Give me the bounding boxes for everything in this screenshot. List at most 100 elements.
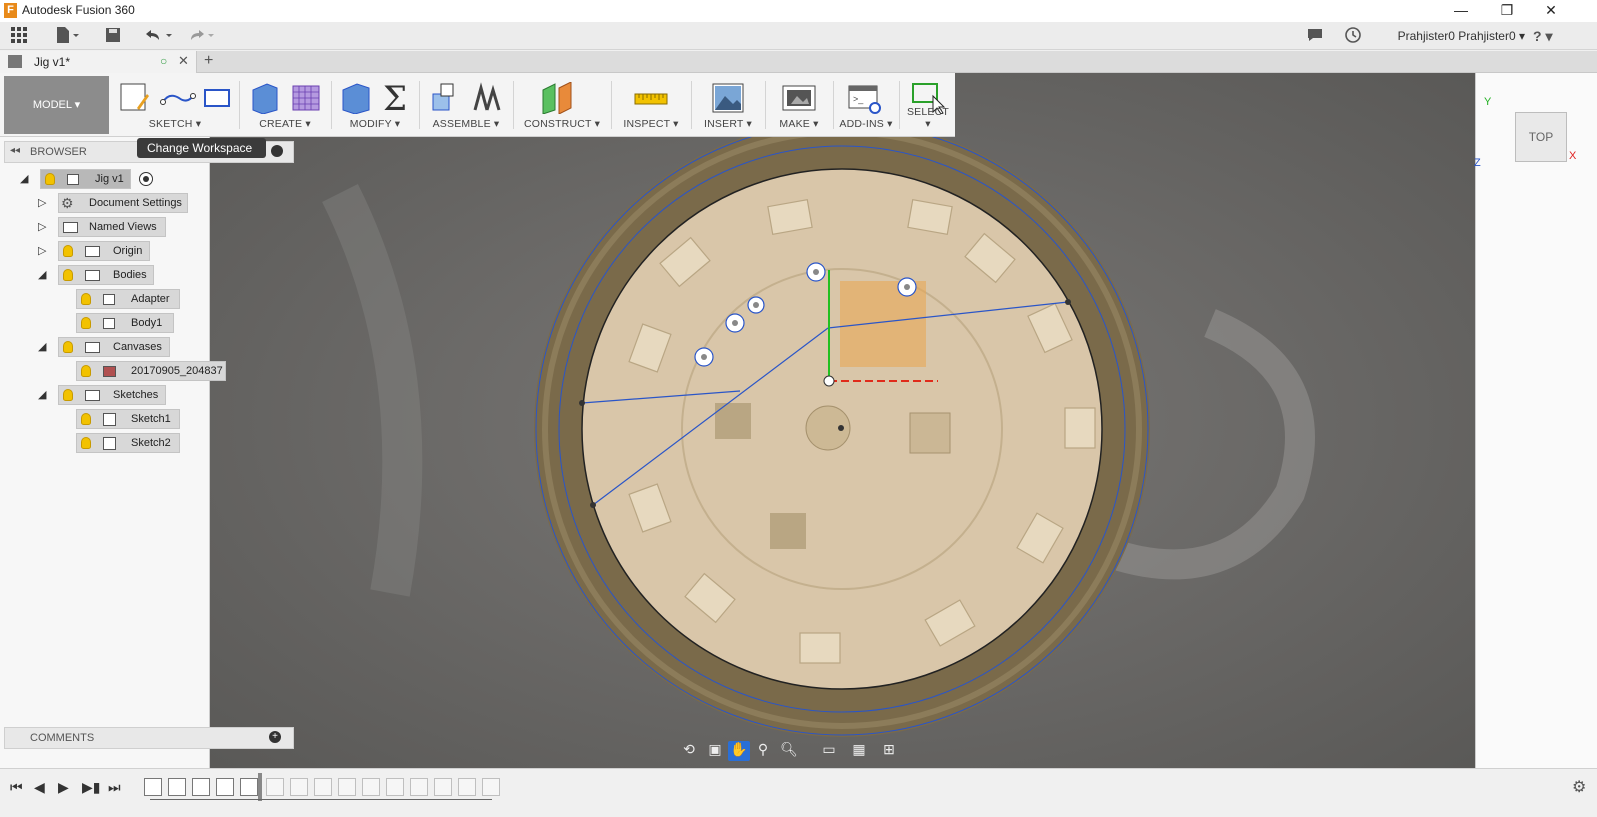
visibility-bulb-icon[interactable] (81, 365, 91, 377)
tree-item-label: Sketch2 (131, 437, 171, 449)
timeline-canvas-feature-icon[interactable] (144, 778, 162, 796)
tree-item-bodies[interactable]: Bodies (58, 265, 154, 285)
assemble-group[interactable]: ASSEMBLE ▾ (423, 76, 509, 134)
inspect-group[interactable]: INSPECT ▾ (615, 76, 687, 134)
go-to-end-icon[interactable]: ⏭ (108, 779, 121, 796)
expander-icon[interactable]: ◢ (38, 340, 46, 353)
make-group[interactable]: MAKE ▾ (769, 76, 829, 134)
title-bar: F Autodesk Fusion 360 — ❐ ✕ (0, 0, 1597, 22)
tree-item-document-settings[interactable]: ⚙ Document Settings (58, 193, 188, 213)
toolbar-separator (239, 81, 240, 129)
tree-root-jig[interactable]: Jig v1 (40, 169, 131, 189)
tree-item-sketches[interactable]: Sketches (58, 385, 166, 405)
step-forward-icon[interactable]: ▶▮ (82, 779, 100, 796)
timeline-marker[interactable] (258, 773, 262, 801)
timeline-suppressed-feature-icon[interactable] (290, 778, 308, 796)
expander-icon[interactable]: ▷ (38, 244, 46, 257)
display-settings-icon[interactable]: ▭ (818, 741, 840, 761)
undo-icon[interactable] (142, 26, 172, 46)
timeline-extrude-feature-icon[interactable] (216, 778, 234, 796)
timeline-extrude-feature-icon[interactable] (192, 778, 210, 796)
pan-hand-icon[interactable]: ✋ (728, 741, 750, 761)
tree-item-sketch1[interactable]: Sketch1 (76, 409, 180, 429)
look-at-icon[interactable]: ▣ (704, 741, 726, 761)
job-status-clock-icon[interactable] (1342, 26, 1364, 46)
visibility-bulb-icon[interactable] (63, 245, 73, 257)
timeline-suppressed-feature-icon[interactable] (266, 778, 284, 796)
visibility-bulb-icon[interactable] (63, 389, 73, 401)
tree-item-body1[interactable]: Body1 (76, 313, 174, 333)
add-ins-group[interactable]: >_ ADD-INS ▾ (837, 76, 895, 134)
timeline-sketch-feature-icon[interactable] (168, 778, 186, 796)
fit-zoom-icon[interactable]: 🔍︎ (778, 741, 800, 761)
tree-item-label: Sketches (113, 389, 159, 401)
root-expander-icon[interactable]: ◢ (20, 172, 28, 185)
data-panel-grid-icon[interactable] (8, 26, 30, 46)
close-button[interactable]: ✕ (1528, 0, 1574, 22)
grid-settings-icon[interactable]: ▦ (848, 741, 870, 761)
visibility-bulb-icon[interactable] (45, 173, 55, 185)
timeline-sketch-feature-icon[interactable] (240, 778, 258, 796)
zoom-icon[interactable]: ⚲ (752, 741, 774, 761)
orbit-icon[interactable]: ⟲ (678, 741, 700, 761)
step-back-icon[interactable]: ◀ (34, 779, 45, 796)
close-tab-icon[interactable]: ✕ (178, 53, 189, 69)
go-to-start-icon[interactable]: ⏮ (10, 779, 23, 796)
viewcube[interactable]: TOP (1515, 112, 1567, 162)
redo-icon[interactable] (186, 26, 214, 46)
new-tab-button[interactable]: + (204, 52, 213, 70)
construct-group[interactable]: CONSTRUCT ▾ (517, 76, 607, 134)
timeline-suppressed-feature-icon[interactable] (338, 778, 356, 796)
timeline-suppressed-feature-icon[interactable] (314, 778, 332, 796)
visibility-bulb-icon[interactable] (63, 341, 73, 353)
timeline-suppressed-feature-icon[interactable] (434, 778, 452, 796)
timeline-suppressed-feature-icon[interactable] (410, 778, 428, 796)
notifications-icon[interactable] (1304, 26, 1326, 46)
tree-item-canvases[interactable]: Canvases (58, 337, 170, 357)
tree-item-origin[interactable]: Origin (58, 241, 150, 261)
user-account-menu[interactable]: Prahjister0 Prahjister0 ▾ (1398, 29, 1525, 43)
expander-icon[interactable]: ◢ (38, 388, 46, 401)
insert-group[interactable]: INSERT ▾ (695, 76, 761, 134)
expander-icon[interactable]: ◢ (38, 268, 46, 281)
collapse-browser-icon[interactable]: ◂◂ (10, 145, 20, 156)
add-comment-icon[interactable]: + (269, 731, 281, 743)
sketch-group[interactable]: SKETCH ▾ (115, 76, 235, 134)
viewports-icon[interactable]: ⊞ (878, 741, 900, 761)
save-icon[interactable] (102, 26, 124, 46)
axis-z-label: Z (1474, 157, 1481, 169)
modify-group[interactable]: Σ MODIFY ▾ (335, 76, 415, 134)
canvas-viewport[interactable] (210, 73, 1475, 768)
file-menu-icon[interactable] (54, 26, 79, 46)
visibility-bulb-icon[interactable] (63, 269, 73, 281)
visibility-bulb-icon[interactable] (81, 317, 91, 329)
timeline-suppressed-feature-icon[interactable] (362, 778, 380, 796)
visibility-bulb-icon[interactable] (81, 413, 91, 425)
expander-icon[interactable]: ▷ (38, 220, 46, 233)
tree-item-sketch2[interactable]: Sketch2 (76, 433, 180, 453)
visibility-bulb-icon[interactable] (81, 293, 91, 305)
minimize-button[interactable]: — (1438, 0, 1484, 22)
sketch-icon (103, 437, 116, 450)
design-canvas[interactable] (210, 73, 1475, 768)
timeline-suppressed-feature-icon[interactable] (458, 778, 476, 796)
browser-pin-icon[interactable] (271, 145, 283, 157)
visibility-bulb-icon[interactable] (81, 437, 91, 449)
timeline-settings-gear-icon[interactable]: ⚙ (1572, 777, 1586, 797)
play-icon[interactable]: ▶ (58, 779, 69, 796)
tree-item-canvas-image[interactable]: 20170905_204837 (76, 361, 226, 381)
activate-component-icon[interactable] (139, 172, 153, 186)
workspace-switcher[interactable]: MODEL ▾ (4, 76, 109, 134)
expander-icon[interactable]: ▷ (38, 196, 46, 209)
restore-button[interactable]: ❐ (1484, 0, 1530, 22)
help-icon[interactable]: ? ▾ (1533, 28, 1552, 45)
document-tab[interactable]: Jig v1* ○ ✕ (0, 51, 197, 73)
tree-item-named-views[interactable]: Named Views (58, 217, 166, 237)
timeline-suppressed-feature-icon[interactable] (482, 778, 500, 796)
comments-panel-header[interactable]: COMMENTS + (4, 727, 294, 749)
toolbar-separator (513, 81, 514, 129)
tree-item-adapter[interactable]: Adapter (76, 289, 180, 309)
select-group[interactable]: SELECT ▾ (903, 76, 953, 134)
timeline-suppressed-feature-icon[interactable] (386, 778, 404, 796)
create-group[interactable]: CREATE ▾ (243, 76, 327, 134)
